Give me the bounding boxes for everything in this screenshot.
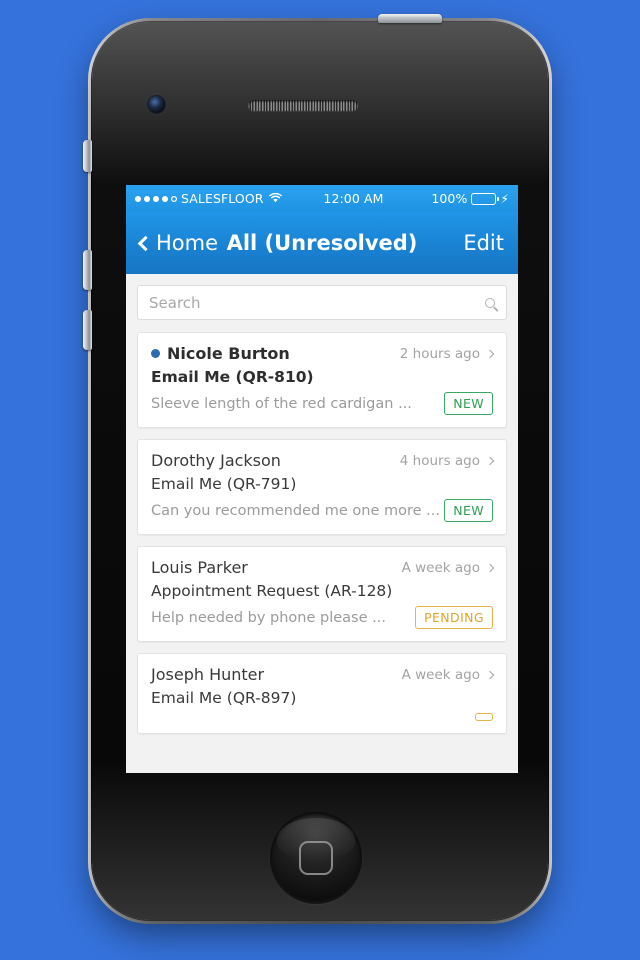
chevron-right-icon — [485, 563, 495, 572]
list-item-time: A week ago — [401, 666, 480, 683]
signal-dot — [144, 195, 150, 202]
list-item-name: Louis Parker — [151, 558, 248, 577]
navigation-bar: Home All (Unresolved) Edit — [126, 212, 518, 274]
wifi-icon — [268, 191, 282, 206]
back-button-label: Home — [156, 231, 219, 255]
list-item-preview: Help needed by phone please ... — [151, 609, 386, 626]
signal-dot — [135, 195, 141, 202]
mute-switch-icon[interactable] — [83, 140, 92, 172]
search-icon[interactable] — [485, 297, 495, 308]
status-bar-right: 100% ⚡ — [431, 191, 509, 206]
chevron-right-icon — [485, 456, 495, 465]
list-item-meta: 4 hours ago — [399, 452, 495, 469]
list-item-header: Louis Parker A week ago — [151, 558, 495, 577]
edit-button[interactable]: Edit — [463, 231, 504, 255]
battery-percent-label: 100% — [431, 191, 468, 206]
status-bar-left: SALESFLOOR — [135, 191, 282, 206]
list-item-name: Joseph Hunter — [151, 665, 265, 684]
volume-up-button-icon[interactable] — [83, 250, 92, 290]
list-item-time: 4 hours ago — [399, 452, 480, 469]
list-item-preview: Sleeve length of the red cardigan ... — [151, 395, 412, 412]
status-badge: NEW — [444, 392, 493, 415]
power-button-icon[interactable] — [378, 14, 442, 23]
list-item-footer: Sleeve length of the red cardigan ... NE… — [151, 392, 493, 415]
list-item[interactable]: Louis Parker A week ago Appointment Requ… — [137, 546, 507, 642]
list-item-footer: Help needed by phone please ... PENDING — [151, 606, 493, 629]
list-item-meta: 2 hours ago — [399, 345, 495, 362]
list-item-subject: Appointment Request (AR-128) — [151, 582, 393, 600]
signal-strength-icon — [135, 195, 177, 202]
conversation-list: Nicole Burton 2 hours ago Email Me (QR-8… — [126, 274, 518, 773]
search-input[interactable] — [149, 293, 485, 312]
signal-dot — [171, 196, 177, 202]
list-item-subject: Email Me (QR-897) — [151, 689, 297, 707]
search-bar[interactable] — [137, 285, 507, 320]
signal-dot — [153, 195, 159, 202]
list-item-preview: Can you recommended me one more ... — [151, 502, 441, 519]
list-item-time: A week ago — [401, 559, 480, 576]
list-item[interactable]: Joseph Hunter A week ago Email Me (QR-89… — [137, 653, 507, 734]
phone-device: SALESFLOOR 12:00 AM 100% ⚡ Home All (Unr… — [83, 14, 552, 924]
list-item-footer — [151, 713, 493, 721]
status-badge: PENDING — [415, 606, 493, 629]
list-item[interactable]: Dorothy Jackson 4 hours ago Email Me (QR… — [137, 439, 507, 535]
list-item-header: Dorothy Jackson 4 hours ago — [151, 451, 495, 470]
home-button-icon[interactable] — [270, 812, 362, 904]
earpiece-speaker-icon — [248, 100, 358, 111]
list-item-subject: Email Me (QR-810) — [151, 368, 314, 386]
chevron-right-icon — [485, 349, 495, 358]
list-item-footer: Can you recommended me one more ... NEW — [151, 499, 493, 522]
unread-dot-icon — [151, 349, 160, 358]
volume-down-button-icon[interactable] — [83, 310, 92, 350]
status-badge: NEW — [444, 499, 493, 522]
list-item-name: Dorothy Jackson — [151, 451, 281, 470]
list-item-meta: A week ago — [401, 666, 495, 683]
list-item[interactable]: Nicole Burton 2 hours ago Email Me (QR-8… — [137, 332, 507, 428]
phone-screen: SALESFLOOR 12:00 AM 100% ⚡ Home All (Unr… — [126, 185, 518, 773]
signal-dot — [162, 195, 168, 202]
status-bar: SALESFLOOR 12:00 AM 100% ⚡ — [126, 185, 518, 212]
lightning-bolt-icon: ⚡ — [500, 191, 509, 206]
home-button-square — [299, 841, 333, 875]
back-button[interactable]: Home — [137, 231, 219, 255]
status-bar-clock: 12:00 AM — [323, 191, 384, 206]
status-badge — [475, 713, 493, 721]
list-item-subject: Email Me (QR-791) — [151, 475, 297, 493]
list-item-name: Nicole Burton — [167, 344, 290, 363]
front-camera-icon — [148, 96, 165, 113]
battery-full-icon — [471, 192, 500, 205]
list-item-meta: A week ago — [401, 559, 495, 576]
list-item-time: 2 hours ago — [399, 345, 480, 362]
list-item-header: Nicole Burton 2 hours ago — [151, 344, 495, 363]
chevron-right-icon — [485, 670, 495, 679]
carrier-label: SALESFLOOR — [181, 191, 264, 206]
list-item-header: Joseph Hunter A week ago — [151, 665, 495, 684]
chevron-left-icon — [137, 235, 154, 251]
